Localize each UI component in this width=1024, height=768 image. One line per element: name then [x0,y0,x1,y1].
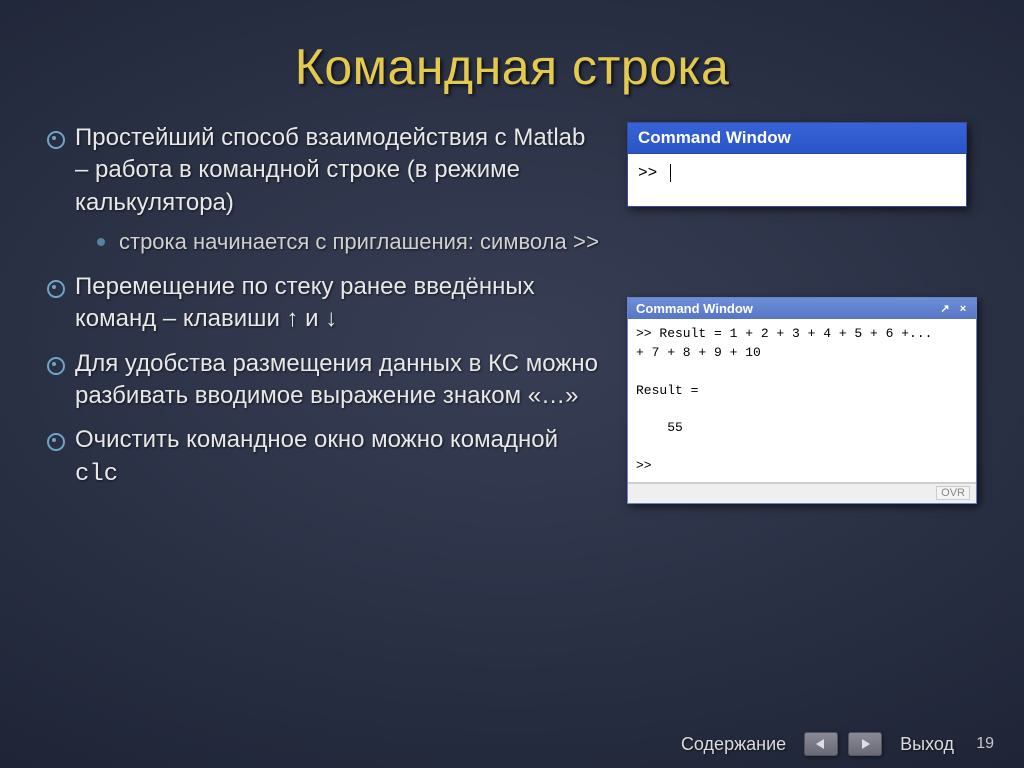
arrow-right-icon [858,738,872,750]
content-row: Простейший способ взаимодействия с Matla… [45,122,979,504]
bullet-list: Простейший способ взаимодействия с Matla… [45,122,605,491]
sub-item: строка начинается с приглашения: символа… [97,227,605,259]
sub-mono: >> [573,231,599,256]
text-cursor-icon [670,164,671,182]
prev-button[interactable] [804,732,838,756]
bullet-mono: clc [75,461,118,488]
next-button[interactable] [848,732,882,756]
bullet-text: Простейший способ взаимодействия с Matla… [75,124,585,216]
figure-column: Command Window >> Command Window ↗ × >> … [627,122,977,504]
bullet-item: Простейший способ взаимодействия с Matla… [45,122,605,259]
footer: Содержание Выход 19 [0,732,1024,756]
bullet-item: Очистить командное окно можно комадной c… [45,424,605,491]
window-statusbar: OVR [628,483,976,503]
bullet-item: Для удобства размещения данных в КС можн… [45,348,605,413]
command-window-result: Command Window ↗ × >> Result = 1 + 2 + 3… [627,297,977,504]
contents-button[interactable]: Содержание [681,734,786,755]
window-title-text: Command Window [636,301,753,316]
bullet-text: Для удобства размещения данных в КС можн… [75,350,598,409]
bullet-text: Перемещение по стеку ранее введённых ком… [75,273,535,332]
slide: Командная строка Простейший способ взаим… [0,0,1024,768]
slide-title: Командная строка [45,38,979,96]
undock-icon[interactable]: ↗ [938,303,952,315]
ovr-indicator: OVR [936,486,970,500]
prompt-text: >> [638,164,667,182]
window-body: >> Result = 1 + 2 + 3 + 4 + 5 + 6 +... +… [628,319,976,483]
close-icon[interactable]: × [956,303,970,315]
window-titlebar: Command Window [628,123,966,154]
command-window-simple: Command Window >> [627,122,967,207]
bullet-item: Перемещение по стеку ранее введённых ком… [45,271,605,336]
page-number: 19 [972,735,994,753]
window-body: >> [628,154,966,206]
bullet-text: Очистить командное окно можно комадной [75,426,558,453]
bullet-column: Простейший способ взаимодействия с Matla… [45,122,605,504]
arrow-left-icon [814,738,828,750]
sub-list: строка начинается с приглашения: символа… [75,227,605,259]
window-titlebar: Command Window ↗ × [628,298,976,319]
nav-arrows [804,732,882,756]
exit-button[interactable]: Выход [900,734,954,755]
sub-text: строка начинается с приглашения: символа [119,229,573,254]
